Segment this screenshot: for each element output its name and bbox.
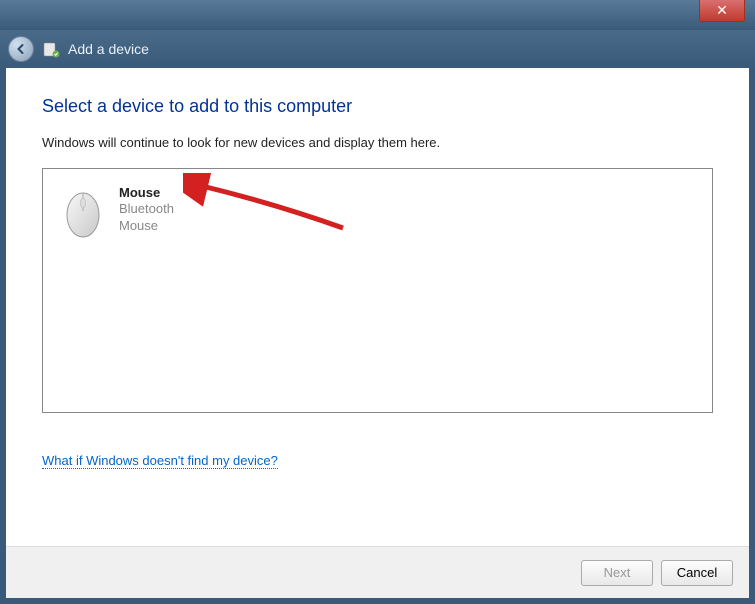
device-list: Mouse Bluetooth Mouse [42,168,713,413]
device-icon [42,40,60,58]
help-link[interactable]: What if Windows doesn't find my device? [42,453,278,469]
content-area: Select a device to add to this computer … [6,68,749,546]
back-arrow-icon [15,43,27,55]
device-subtype: Mouse [119,218,174,234]
window-title: Add a device [68,41,149,57]
close-button[interactable]: ✕ [699,0,745,22]
mouse-icon [59,185,107,241]
cancel-button[interactable]: Cancel [661,560,733,586]
next-button[interactable]: Next [581,560,653,586]
close-icon: ✕ [716,2,728,18]
device-text: Mouse Bluetooth Mouse [119,185,174,234]
page-subtext: Windows will continue to look for new de… [42,135,713,150]
header-row: Add a device [0,30,755,68]
page-heading: Select a device to add to this computer [42,96,713,117]
device-name: Mouse [119,185,174,201]
device-item-mouse[interactable]: Mouse Bluetooth Mouse [57,183,698,243]
add-device-window: ✕ Add a device Select a device to add to… [0,0,755,604]
footer: Next Cancel [6,546,749,598]
titlebar: ✕ [0,0,755,30]
device-type: Bluetooth [119,201,174,217]
back-button[interactable] [8,36,34,62]
